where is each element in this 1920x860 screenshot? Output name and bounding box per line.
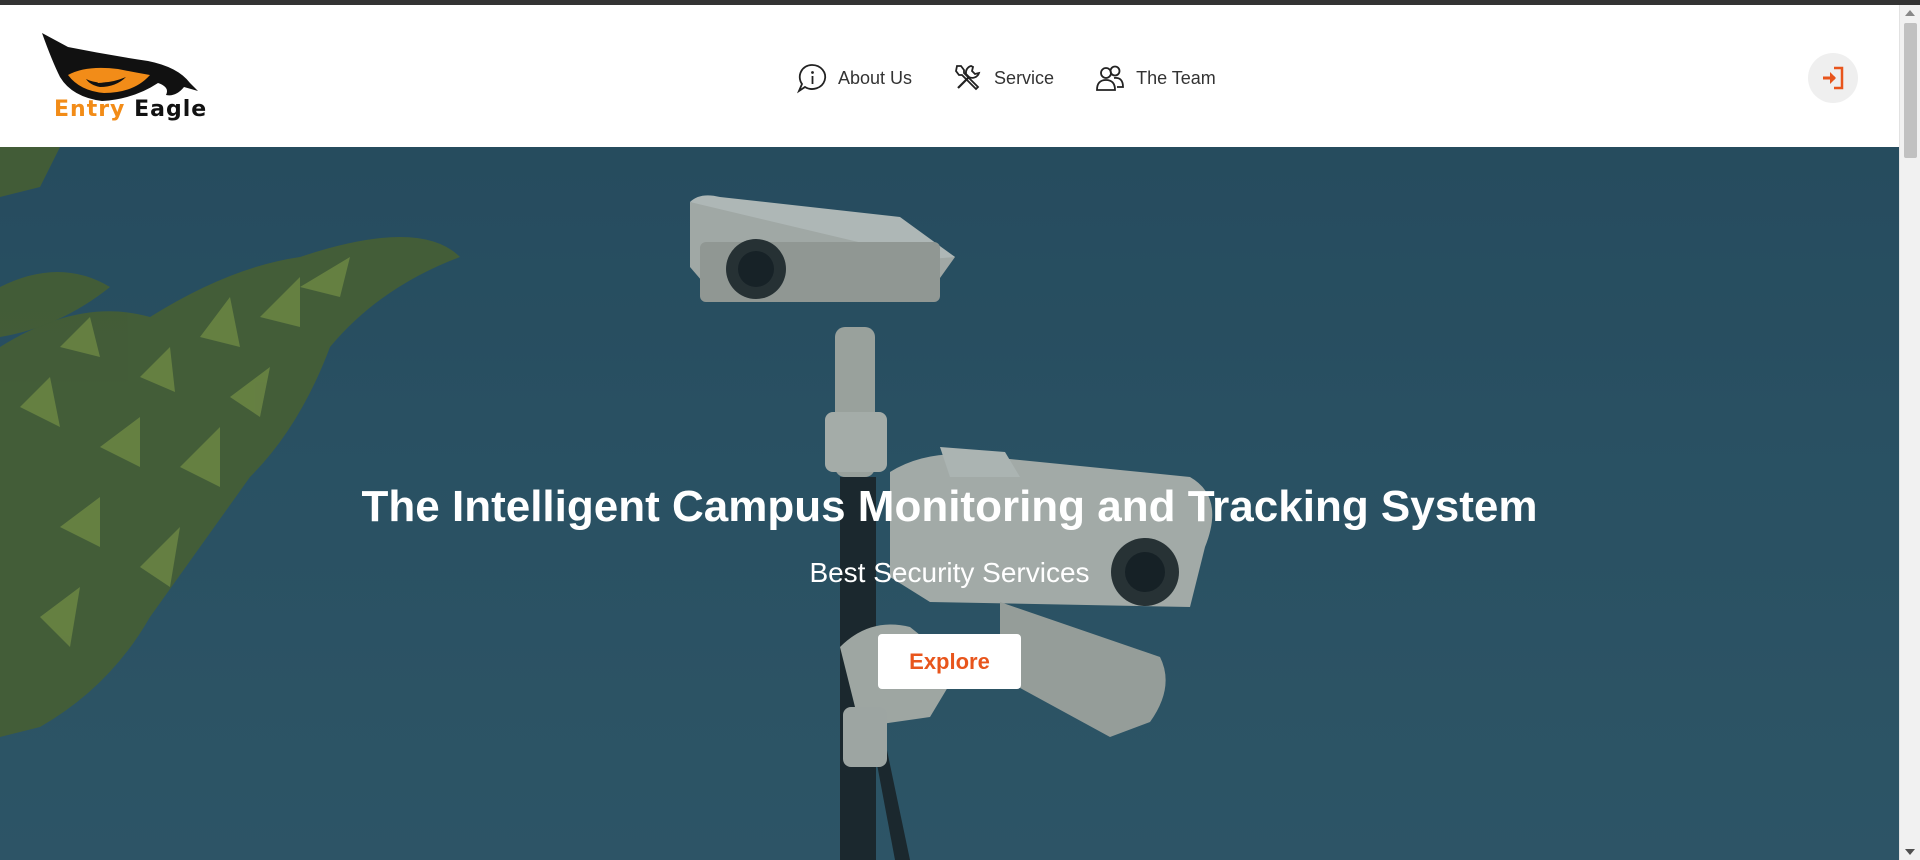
scroll-down-arrow-icon[interactable] [1905, 849, 1915, 855]
nav-item-the-team[interactable]: The Team [1094, 62, 1216, 94]
nav-item-about-us[interactable]: About Us [796, 62, 912, 94]
login-button[interactable] [1808, 53, 1858, 103]
login-icon [1823, 66, 1844, 90]
hero-title: The Intelligent Campus Monitoring and Tr… [361, 482, 1538, 531]
nav-item-label: Service [994, 67, 1055, 88]
nav-item-service[interactable]: Service [952, 62, 1054, 94]
site-header: Entry Eagle About Us Service The Team [0, 5, 1899, 147]
nav-item-label: About Us [838, 67, 913, 88]
logo-word-entry: Entry [54, 97, 126, 122]
logo-word-eagle: Eagle [134, 97, 208, 122]
scroll-thumb[interactable] [1904, 23, 1917, 158]
nav-item-label: The Team [1136, 67, 1216, 88]
main-nav: About Us Service The Team [796, 60, 1256, 96]
explore-button[interactable]: Explore [878, 634, 1021, 689]
vertical-scrollbar[interactable] [1899, 5, 1920, 860]
hero-section: The Intelligent Campus Monitoring and Tr… [0, 147, 1899, 860]
logo[interactable]: Entry Eagle [38, 25, 206, 131]
scroll-up-arrow-icon[interactable] [1905, 10, 1915, 16]
team-icon [1096, 65, 1124, 91]
tools-icon [955, 65, 981, 91]
page: Entry Eagle About Us Service The Team Th… [0, 5, 1899, 860]
hero-subtitle: Best Security Services [809, 557, 1090, 588]
info-bubble-icon [796, 64, 827, 94]
